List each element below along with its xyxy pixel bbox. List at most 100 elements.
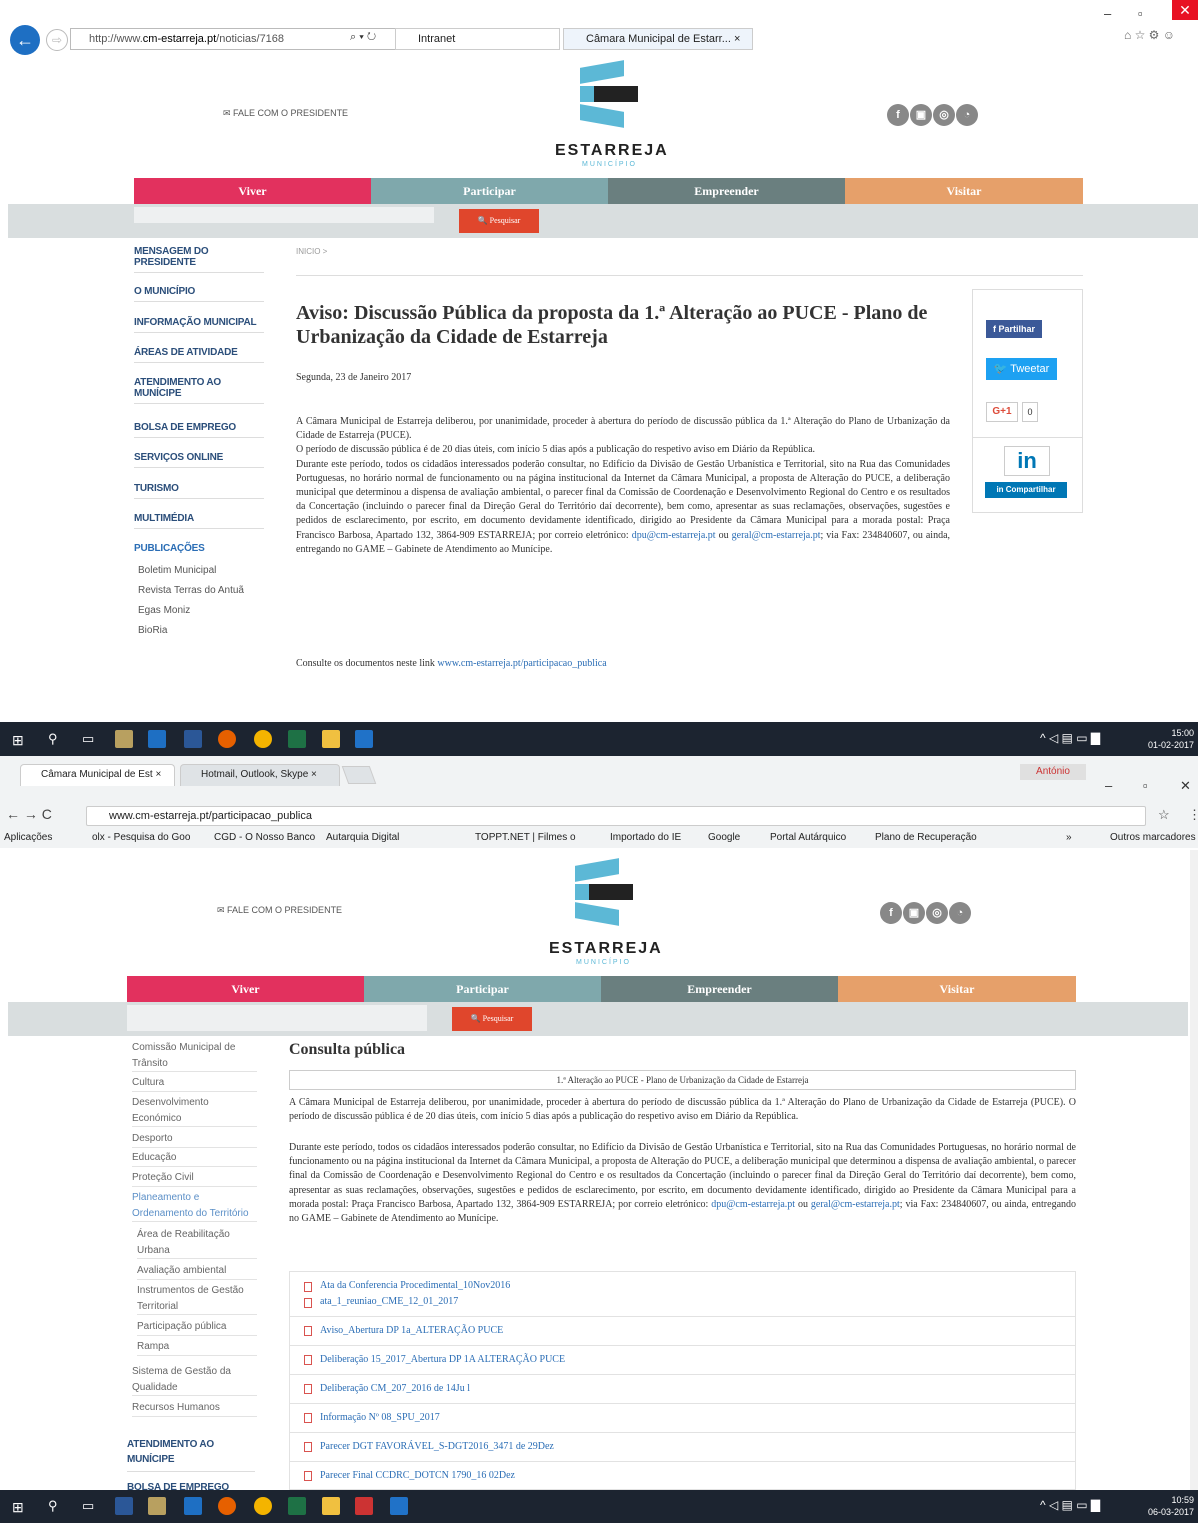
back-button[interactable]: ← [10,25,40,55]
email-geral-link[interactable]: geral@cm-estarreja.pt [732,530,821,541]
outlook-icon-2[interactable] [390,1497,408,1515]
chrome-tab-hotmail[interactable]: Hotmail, Outlook, Skype × [180,764,340,786]
sidebar-item-informacao[interactable]: INFORMAÇÃO MUNICIPAL [134,317,264,333]
ie-tab-intranet[interactable]: Intranet [395,28,560,50]
search-icon-2[interactable]: ⚲ [48,1498,58,1514]
ie-taskbar-icon-2[interactable] [184,1497,202,1515]
chrome-restore-icon[interactable]: ▫ [1143,778,1148,793]
ie-taskbar-icon[interactable] [148,730,166,748]
outlook-icon[interactable] [355,730,373,748]
bookmark-aplicacoes[interactable]: Aplicações [4,830,52,846]
tweet-button[interactable]: 🐦 Tweetar [986,358,1057,380]
doc-item[interactable]: Informação Nº 08_SPU_2017 [289,1404,1076,1433]
clock-1[interactable]: 15:00 01-02-2017 [1138,727,1194,751]
windows-start-icon-2[interactable]: ⊞ [12,1499,24,1516]
sidebar2-sub-participacao[interactable]: Participação pública [137,1319,257,1336]
forward-button[interactable]: ⇨ [46,29,68,51]
gplus-button[interactable]: G+1 [986,402,1018,422]
clock-2[interactable]: 10:59 06-03-2017 [1138,1494,1194,1518]
bookmark-olx[interactable]: olx - Pesquisa do Goo [92,830,190,846]
search-button[interactable]: 🔍 Pesquisar [459,209,539,233]
youtube-icon-2[interactable]: ▣ [903,902,925,924]
estarreja-logo[interactable] [580,60,650,128]
youtube-icon[interactable]: ▣ [910,104,932,126]
home-star-gear-icons[interactable]: ⌂ ☆ ⚙ ☺ [1124,28,1175,42]
sidebar2-transito[interactable]: Comissão Municipal de Trânsito [132,1040,257,1072]
search-input-2[interactable] [127,1005,427,1031]
doc-item[interactable]: Aviso_Abertura DP 1a_ALTERAÇÃO PUCE [289,1317,1076,1346]
nav-viver[interactable]: Viver [134,178,371,204]
explorer-icon-2[interactable] [322,1497,340,1515]
doc-item[interactable]: Parecer DGT FAVORÁVEL_S-DGT2016_3471 de … [289,1433,1076,1462]
rss-icon-2[interactable]: ◔ [949,902,971,924]
doc-link[interactable]: Ata da Conferencia Procedimental_10Nov20… [320,1280,510,1291]
participacao-link[interactable]: www.cm-estarreja.pt/participacao_publica [437,658,606,669]
sidebar-sub-egas[interactable]: Egas Moniz [138,605,190,616]
sidebar2-recursos[interactable]: Recursos Humanos [132,1400,257,1417]
facebook-share-button[interactable]: f Partilhar [986,320,1042,338]
search-input[interactable] [134,207,434,223]
chrome-minimize-icon[interactable]: – [1105,778,1112,793]
facebook-icon[interactable]: f [887,104,909,126]
nav-viver-2[interactable]: Viver [127,976,364,1002]
linkedin-icon[interactable]: in [1004,446,1050,476]
doc-item[interactable]: Deliberação 15_2017_Abertura DP 1A ALTER… [289,1346,1076,1375]
sidebar-sub-bioria[interactable]: BioRia [138,625,167,636]
sidebar-item-turismo[interactable]: TURISMO [134,483,264,499]
facebook-icon-2[interactable]: f [880,902,902,924]
sidebar-item-bolsa[interactable]: BOLSA DE EMPREGO [134,422,264,438]
sidebar2-desenvolvimento[interactable]: Desenvolvimento Económico [132,1095,257,1127]
sidebar-item-multimedia[interactable]: MULTIMÉDIA [134,513,264,529]
bookmark-more[interactable]: » [1066,830,1072,846]
sidebar2-sub-avaliacao[interactable]: Avaliação ambiental [137,1263,257,1280]
bookmark-star-icon[interactable]: ☆ [1158,807,1170,823]
firefox-icon[interactable] [218,730,236,748]
fale-presidente-link[interactable]: ✉ FALE COM O PRESIDENTE [223,108,348,119]
sidebar-item-areas[interactable]: ÁREAS DE ATIVIDADE [134,347,264,363]
email-dpu-link-2[interactable]: dpu@cm-estarreja.pt [711,1199,795,1210]
ie-tab-active[interactable]: Câmara Municipal de Estarr... × [563,28,753,50]
nav-participar-2[interactable]: Participar [364,976,601,1002]
sidebar-item-atendimento[interactable]: ATENDIMENTO AO MUNÍCIPE [134,377,264,404]
chrome-close-icon[interactable]: ✕ [1180,778,1191,794]
email-geral-link-2[interactable]: geral@cm-estarreja.pt [811,1199,900,1210]
excel-icon[interactable] [288,730,306,748]
tray-icons-2[interactable]: ^ ◁ ▤ ▭ ▇ [1040,1498,1100,1512]
taskview-icon-2[interactable]: ▭ [82,1498,94,1514]
estarreja-logo-2[interactable] [575,858,645,926]
excel-icon-2[interactable] [288,1497,306,1515]
sidebar2-desporto[interactable]: Desporto [132,1131,257,1148]
sidebar-sub-boletim[interactable]: Boletim Municipal [138,565,216,576]
doc-link[interactable]: ata_1_reuniao_CME_12_01_2017 [320,1296,458,1307]
sidebar-sub-revista[interactable]: Revista Terras do Antuã [138,585,244,596]
sidebar-item-municipio[interactable]: O MUNICÍPIO [134,286,264,302]
sidebar-item-publicacoes[interactable]: PUBLICAÇÕES [134,543,264,558]
bookmark-google[interactable]: Google [708,830,740,846]
chrome-nav-icons[interactable]: ← → C [6,806,52,822]
firefox-icon-2[interactable] [218,1497,236,1515]
chrome-icon-2[interactable] [254,1497,272,1515]
sidebar2-qualidade[interactable]: Sistema de Gestão da Qualidade [132,1364,257,1396]
bank-app-icon[interactable] [115,730,133,748]
tray-icons[interactable]: ^ ◁ ▤ ▭ ▇ [1040,731,1100,745]
ie-search-refresh-icons[interactable]: ⌕ ▾ ↻ [350,31,376,44]
sidebar2-planeamento[interactable]: Planeamento e Ordenamento do Território [132,1190,257,1222]
email-dpu-link[interactable]: dpu@cm-estarreja.pt [632,530,716,541]
windows-start-icon[interactable]: ⊞ [12,732,24,749]
chrome-address-bar[interactable]: www.cm-estarreja.pt/participacao_publica [86,806,1146,826]
chrome-icon[interactable] [254,730,272,748]
search-button-2[interactable]: 🔍 Pesquisar [452,1007,532,1031]
sidebar2-educacao[interactable]: Educação [132,1150,257,1167]
sidebar2-cultura[interactable]: Cultura [132,1075,257,1092]
word-icon[interactable] [184,730,202,748]
scrollbar[interactable] [1190,850,1198,1490]
close-icon[interactable]: ✕ [1172,0,1198,20]
instagram-icon-2[interactable]: ◎ [926,902,948,924]
restore-icon[interactable]: ▫ [1138,6,1143,21]
bookmark-toppt[interactable]: TOPPT.NET | Filmes o [475,830,576,846]
breadcrumb[interactable]: INICIO > [296,247,327,256]
sidebar-item-servicos[interactable]: SERVIÇOS ONLINE [134,452,264,468]
linkedin-share-button[interactable]: in Compartilhar [985,482,1067,498]
doc-item[interactable]: Parecer Final CCDRC_DOTCN 1790_16 02Dez [289,1462,1076,1490]
chrome-user[interactable]: António [1020,764,1086,780]
